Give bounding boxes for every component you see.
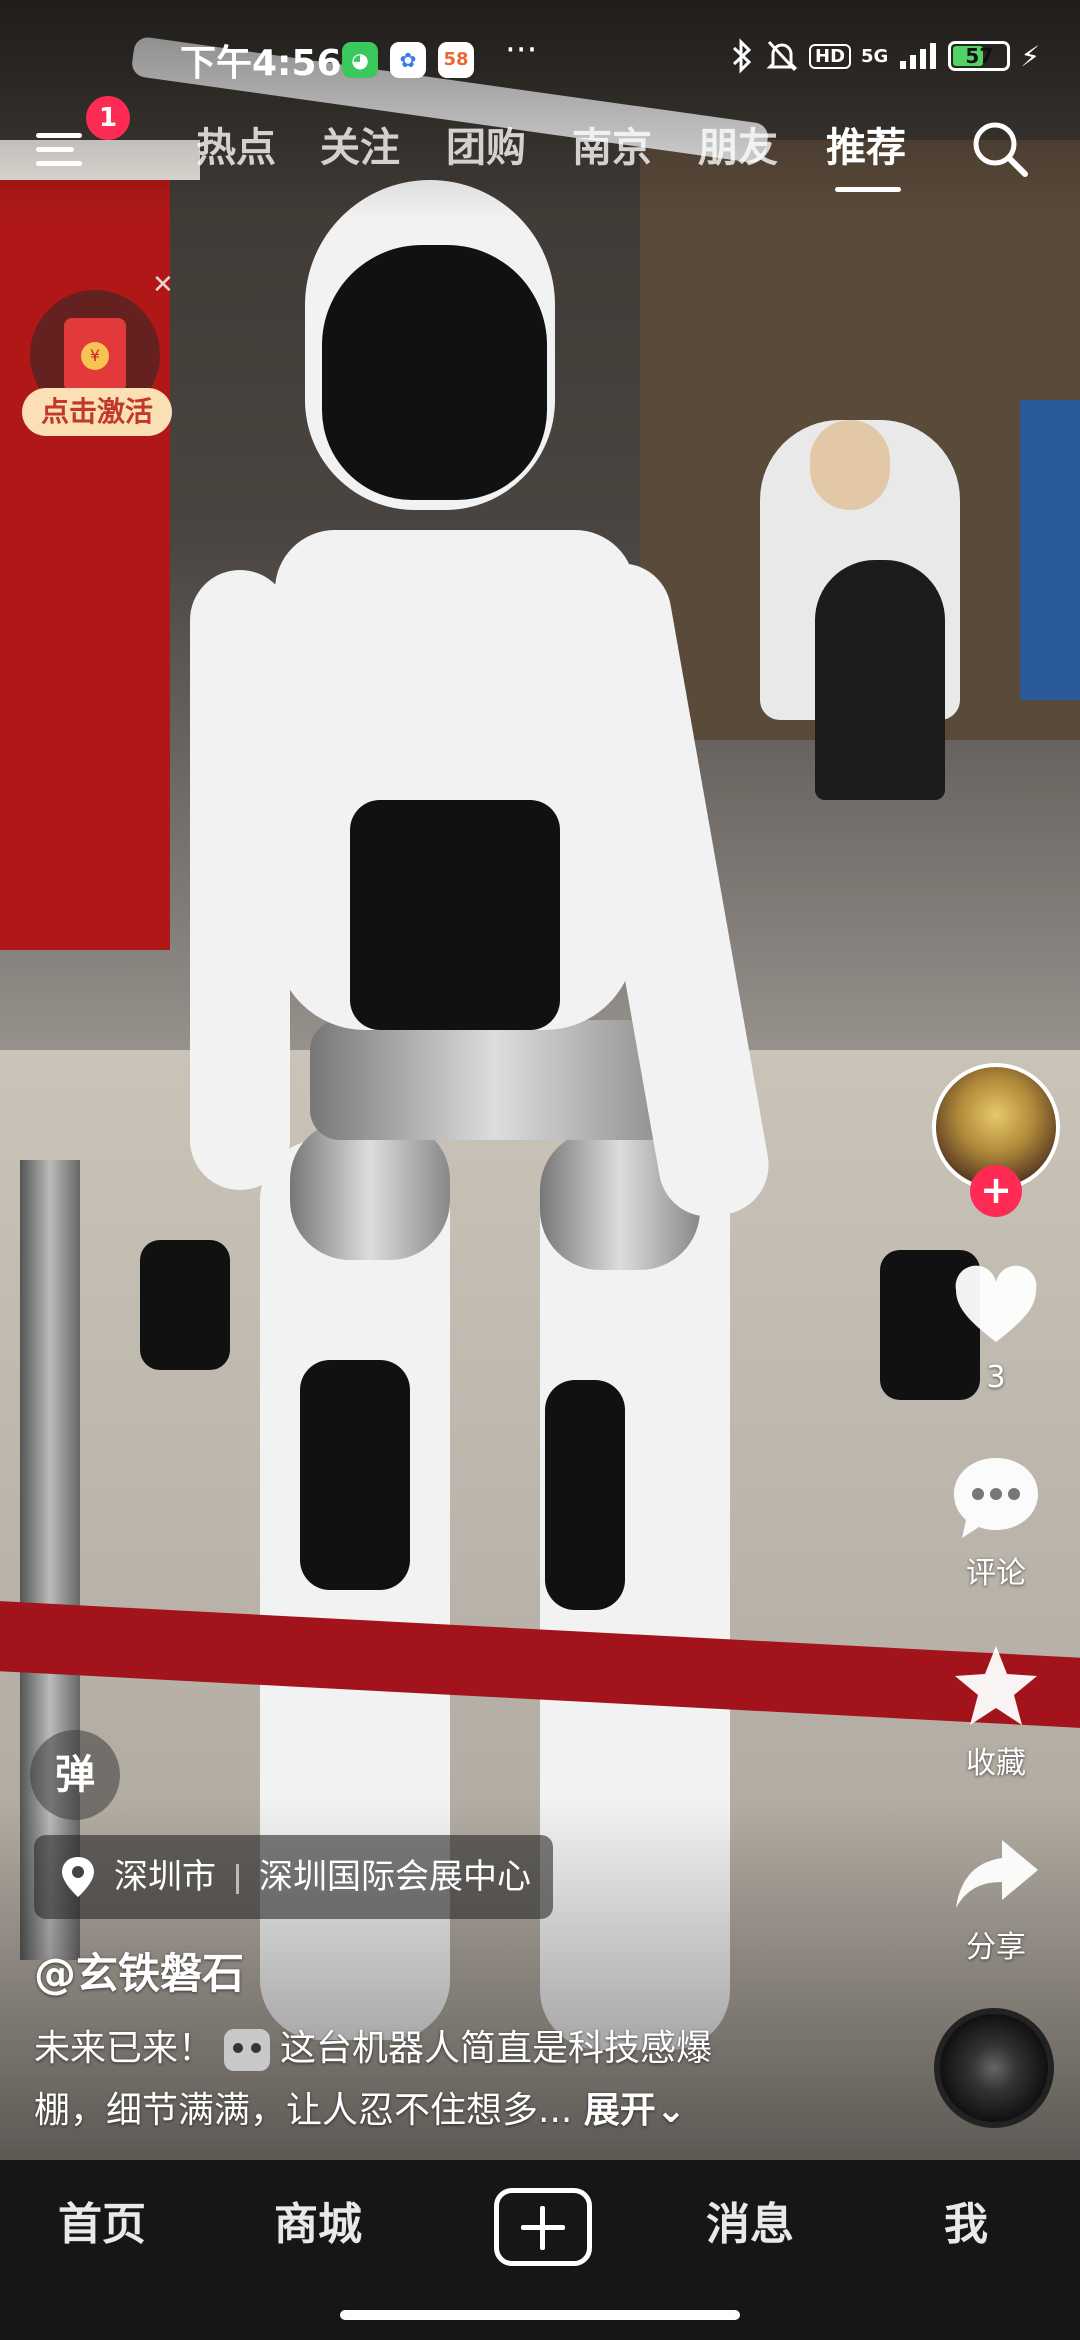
author-name[interactable]: @玄铁磐石 <box>34 1940 244 2001</box>
danmaku-toggle-button[interactable]: 弹 <box>30 1730 120 1820</box>
nav-me[interactable]: 我 <box>944 2188 988 2252</box>
star-icon[interactable] <box>950 1640 1042 1732</box>
tab-friends[interactable]: 朋友 <box>698 115 778 173</box>
comment-label: 评论 <box>966 1556 1026 1591</box>
chevron-down-icon: ⌄ <box>655 2090 686 2131</box>
active-tab-indicator <box>835 187 901 192</box>
location-place: 深圳国际会展中心 <box>259 1857 531 1897</box>
location-pin-icon <box>62 1857 94 1897</box>
robot-right-shin <box>545 1380 625 1610</box>
visitor-figure-2 <box>815 560 945 800</box>
robot-visor <box>322 245 547 500</box>
menu-button[interactable] <box>36 123 92 173</box>
caption-text-1a: 未来已来！ <box>34 2028 215 2069</box>
expand-label: 展开 <box>583 2090 656 2131</box>
bluetooth-icon <box>732 38 752 74</box>
share-label: 分享 <box>966 1930 1026 1965</box>
battery-percent: 57 <box>965 44 994 68</box>
tab-group-buy[interactable]: 团购 <box>446 115 526 173</box>
network-type: 5G <box>861 45 889 67</box>
post-caption[interactable]: 未来已来！ 这台机器人简直是科技感爆 棚，细节满满，让人忍不住想多... 展开⌄ <box>34 2018 834 2142</box>
robot-hip <box>310 1020 680 1140</box>
tab-hot[interactable]: 热点 <box>196 115 276 173</box>
cat-app-icon: ◕ <box>342 42 378 78</box>
menu-icon-bar <box>36 161 82 166</box>
collect-label: 收藏 <box>966 1746 1026 1781</box>
red-packet-widget[interactable]: ¥ 点击激活 <box>22 290 172 440</box>
share-icon[interactable] <box>950 1830 1042 1922</box>
tab-following[interactable]: 关注 <box>320 115 400 173</box>
location-tag[interactable]: 深圳市 深圳国际会展中心 <box>34 1835 553 1919</box>
robot-left-knee <box>290 1120 450 1260</box>
location-city: 深圳市 <box>114 1857 216 1897</box>
menu-icon <box>36 133 82 138</box>
create-post-button[interactable] <box>494 2188 592 2266</box>
hd-voice-icon: HD <box>809 43 852 69</box>
robot-chest-panel <box>350 800 560 1030</box>
yuan-seal-icon: ¥ <box>81 342 109 370</box>
battery-icon: 57 <box>948 41 1011 71</box>
clover-app-icon: ✿ <box>390 42 426 78</box>
like-count: 3 <box>986 1360 1006 1395</box>
expand-button[interactable]: 展开⌄ <box>584 2090 686 2131</box>
signal-icon <box>900 43 937 69</box>
caption-text-1b: 这台机器人简直是科技感爆 <box>280 2028 713 2069</box>
nav-messages[interactable]: 消息 <box>706 2188 794 2252</box>
robot-emoji-icon <box>224 2029 271 2071</box>
follow-button[interactable]: + <box>970 1165 1022 1217</box>
top-tab-bar: 热点 关注 团购 南京 朋友 推荐 <box>0 105 1080 195</box>
system-indicators: HD 5G 57 ⚡ <box>729 38 1040 74</box>
status-bar: 下午4:56 ◕ ✿ 58 ··· HD 5G 57 ⚡ <box>0 30 1080 90</box>
nav-mall[interactable]: 商城 <box>274 2188 362 2252</box>
heart-icon[interactable] <box>950 1262 1042 1354</box>
charging-icon: ⚡ <box>1020 39 1040 73</box>
comment-icon[interactable] <box>950 1452 1042 1544</box>
notification-badge: 1 <box>86 96 130 140</box>
home-indicator[interactable] <box>340 2310 740 2320</box>
music-disc[interactable] <box>934 2008 1054 2128</box>
nav-home[interactable]: 首页 <box>58 2188 146 2252</box>
menu-icon-bar <box>36 147 74 152</box>
tab-recommended[interactable]: 推荐 <box>826 115 906 173</box>
red-booth-wall <box>0 150 170 950</box>
more-notifications-icon: ··· <box>505 30 538 70</box>
location-divider <box>236 1863 239 1894</box>
58-app-icon: 58 <box>438 42 474 78</box>
mute-bell-icon <box>766 40 798 72</box>
status-time: 下午4:56 <box>180 43 342 84</box>
caption-text-2: 棚，细节满满，让人忍不住想多... <box>34 2090 573 2131</box>
activate-label: 点击激活 <box>22 388 172 436</box>
robot-left-hand <box>140 1240 230 1370</box>
visitor-head <box>810 420 890 510</box>
blue-banner <box>1020 400 1080 700</box>
search-icon[interactable] <box>968 117 1032 181</box>
robot-left-shin <box>300 1360 410 1590</box>
tab-city[interactable]: 南京 <box>572 115 652 173</box>
